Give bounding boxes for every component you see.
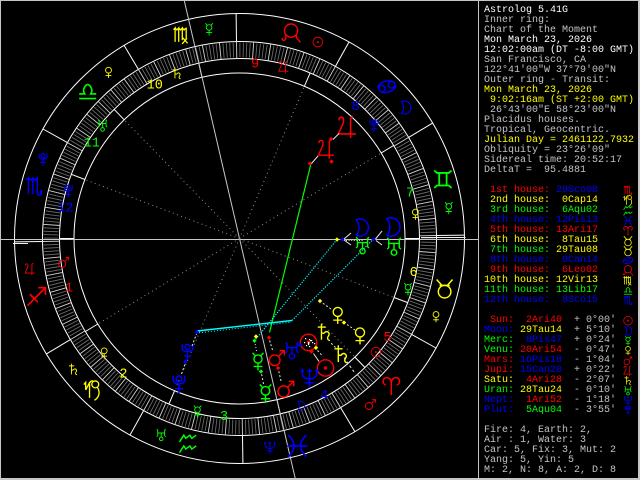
svg-text:1: 1 <box>65 281 73 296</box>
svg-text:8: 8 <box>352 100 360 115</box>
svg-text:6: 6 <box>410 266 418 281</box>
svg-text:4: 4 <box>320 389 328 404</box>
svg-text:7: 7 <box>406 186 414 201</box>
svg-text:2: 2 <box>119 367 127 382</box>
svg-text:12: 12 <box>57 202 73 217</box>
svg-text:11: 11 <box>84 137 100 152</box>
svg-text:10: 10 <box>147 78 163 93</box>
svg-text:3: 3 <box>220 410 228 425</box>
svg-text:9: 9 <box>251 58 259 73</box>
svg-text:5: 5 <box>383 331 391 346</box>
